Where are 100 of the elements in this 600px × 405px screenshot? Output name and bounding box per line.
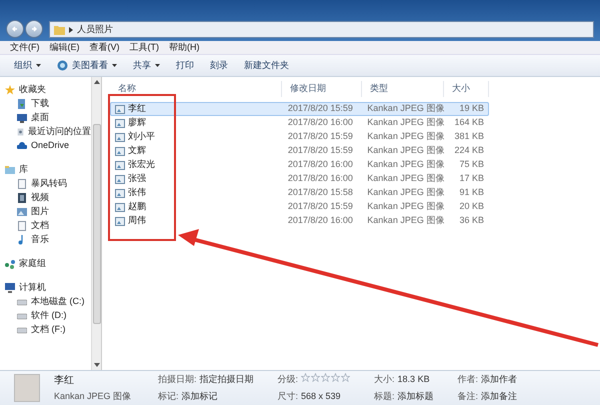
type-cell-text: Kankan JPEG 图像	[366, 158, 444, 172]
download-folder-icon	[17, 99, 27, 109]
field-label: 标题:	[374, 390, 395, 402]
sidebar-item[interactable]: 桌面	[5, 111, 91, 125]
sidebar-item[interactable]: 最近访问的位置	[5, 125, 91, 139]
size-cell-text: 19 KB	[458, 102, 485, 116]
type-cell-text: Kankan JPEG 图像	[366, 144, 444, 158]
type-cell-text: Kankan JPEG 图像	[366, 172, 444, 186]
breadcrumb-text[interactable]: 人员照片	[77, 22, 113, 36]
star-icon	[301, 373, 310, 382]
image-file-icon	[115, 104, 125, 114]
file-row[interactable]: 廖辉 2017/8/20 16:00 Kankan JPEG 图像 164 KB	[110, 116, 489, 130]
image-file-icon	[115, 146, 125, 156]
menu-item[interactable]: 帮助(H)	[169, 40, 200, 54]
file-name: 李红	[128, 102, 146, 116]
size-cell-text: 381 KB	[453, 130, 485, 144]
size-cell-text: 224 KB	[453, 144, 485, 158]
field-label: 作者:	[458, 373, 478, 386]
menu-item[interactable]: 编辑(E)	[50, 40, 80, 54]
folder-icon	[54, 24, 65, 34]
dropdown-icon	[112, 64, 117, 67]
scroll-down-icon[interactable]	[94, 362, 100, 368]
sidebar-group[interactable]: 收藏夹	[5, 83, 91, 97]
sidebar-item[interactable]: 视频	[5, 191, 91, 205]
sidebar-item[interactable]: OneDrive	[5, 139, 91, 153]
sidebar-group[interactable]: 计算机	[5, 281, 91, 295]
field-value[interactable]: 添加标题	[398, 390, 434, 403]
file-name: 张伟	[128, 186, 146, 200]
file-row[interactable]: 张强 2017/8/20 16:00 Kankan JPEG 图像 17 KB	[110, 172, 489, 186]
image-file-icon	[115, 202, 125, 212]
image-file-icon	[115, 118, 125, 128]
column-header[interactable]: 名称	[110, 81, 282, 97]
menu-item[interactable]: 文件(F)	[10, 40, 40, 54]
dropdown-icon	[36, 64, 41, 67]
address-bar[interactable]: 人员照片	[49, 21, 594, 38]
field-value[interactable]: 添加标记	[182, 390, 218, 403]
toolbar-button[interactable]: 打印	[176, 58, 194, 72]
sidebar-item[interactable]: 图片	[5, 205, 91, 219]
scrollbar-thumb[interactable]	[92, 124, 100, 324]
toolbar-button[interactable]: 刻录	[210, 58, 228, 72]
field-value[interactable]: 添加作者	[481, 373, 518, 386]
date-cell-text: 2017/8/20 15:59	[286, 130, 354, 144]
sidebar-item[interactable]: 音乐	[5, 233, 91, 247]
file-row[interactable]: 张宏光 2017/8/20 16:00 Kankan JPEG 图像 75 KB	[110, 158, 489, 172]
menu-item[interactable]: 工具(T)	[130, 40, 159, 54]
globe-icon	[57, 60, 68, 71]
sidebar-item[interactable]: 本地磁盘 (C:)	[5, 295, 91, 309]
file-type: Kankan JPEG 图像	[54, 390, 132, 403]
column-header[interactable]: 大小	[444, 81, 489, 97]
forward-button[interactable]	[25, 20, 43, 38]
size-cell-text: 36 KB	[458, 214, 485, 228]
star-icon	[331, 373, 340, 382]
sidebar-item[interactable]: 文档	[5, 219, 91, 233]
file-name: 刘小平	[128, 130, 155, 144]
file-row[interactable]: 李红 2017/8/20 15:59 Kankan JPEG 图像 19 KB	[110, 102, 489, 116]
size-cell-text: 164 KB	[453, 116, 485, 130]
size-cell-text: 75 KB	[458, 158, 485, 172]
monitor-icon	[17, 113, 27, 123]
field-label: 备注:	[458, 390, 478, 402]
field-label: 标记:	[158, 390, 179, 402]
field-value[interactable]: 568 x 539	[301, 390, 341, 403]
field-value[interactable]: 指定拍摄日期	[200, 373, 254, 386]
file-row[interactable]: 刘小平 2017/8/20 15:59 Kankan JPEG 图像 381 KB	[110, 130, 489, 144]
toolbar-button[interactable]: 新建文件夹	[244, 58, 289, 72]
sidebar-item[interactable]: 软件 (D:)	[5, 309, 91, 323]
field-value[interactable]: 18.3 KB	[398, 373, 430, 386]
file-row[interactable]: 文辉 2017/8/20 15:59 Kankan JPEG 图像 224 KB	[110, 144, 489, 158]
file-row[interactable]: 赵鹏 2017/8/20 15:59 Kankan JPEG 图像 20 KB	[110, 200, 489, 214]
file-row[interactable]: 周伟 2017/8/20 16:00 Kankan JPEG 图像 36 KB	[110, 214, 489, 228]
sidebar-item[interactable]: 文档 (F:)	[5, 323, 91, 337]
sidebar-scrollbar[interactable]	[91, 77, 101, 370]
star-icon	[311, 373, 320, 382]
computer-icon	[5, 283, 15, 293]
scroll-up-icon[interactable]	[94, 79, 100, 85]
date-cell-text: 2017/8/20 16:00	[286, 172, 354, 186]
toolbar-button[interactable]: 组织	[14, 58, 41, 72]
sidebar-item[interactable]: 暴风转码	[5, 177, 91, 191]
file-row[interactable]: 张伟 2017/8/20 15:58 Kankan JPEG 图像 91 KB	[110, 186, 489, 200]
picture-icon	[17, 207, 27, 217]
cloud-icon	[17, 141, 27, 151]
sidebar-group[interactable]: 库	[5, 163, 91, 177]
sidebar-item[interactable]: 下载	[5, 97, 91, 111]
file-name: 廖辉	[128, 116, 146, 130]
sidebar-group[interactable]: 家庭组	[5, 257, 91, 271]
size-cell-text: 17 KB	[458, 172, 485, 186]
back-button[interactable]	[6, 20, 24, 38]
file-name: 张强	[128, 172, 146, 186]
column-header[interactable]: 类型	[362, 81, 444, 97]
toolbar-button[interactable]: 美图看看	[57, 58, 117, 72]
field-value[interactable]: 添加备注	[481, 390, 518, 403]
toolbar-button[interactable]: 共享	[133, 58, 160, 72]
star-icon	[5, 85, 15, 95]
network-icon	[5, 259, 15, 269]
file-name: 赵鹏	[128, 200, 146, 214]
column-header[interactable]: 修改日期	[282, 81, 362, 97]
date-cell-text: 2017/8/20 15:58	[286, 186, 354, 200]
field-label: 拍摄日期:	[158, 373, 197, 386]
date-cell-text: 2017/8/20 15:59	[286, 144, 354, 158]
type-cell-text: Kankan JPEG 图像	[366, 186, 444, 200]
menu-item[interactable]: 查看(V)	[90, 40, 120, 54]
